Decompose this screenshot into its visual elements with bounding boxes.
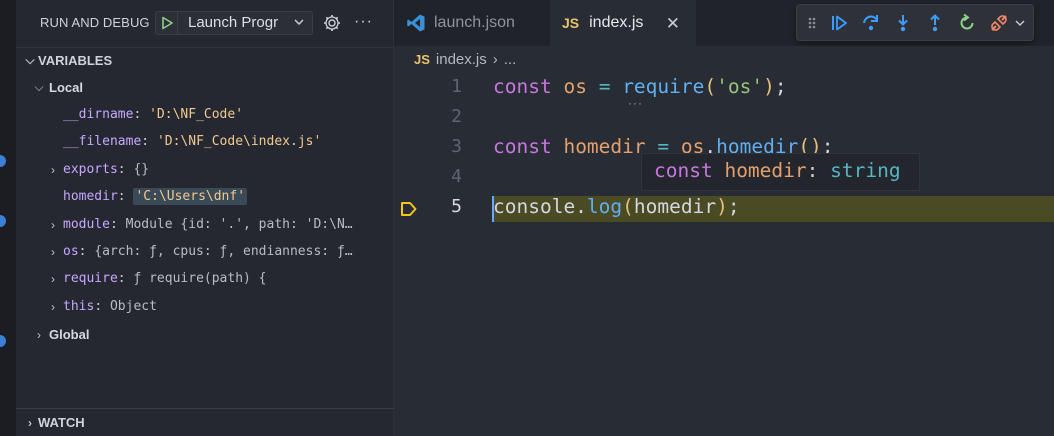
variable-value: {} [133, 162, 150, 177]
tab-label: launch.json [434, 14, 515, 31]
debug-toolbar [796, 4, 1034, 41]
activity-badge [0, 215, 6, 227]
step-over-icon[interactable] [861, 13, 881, 33]
variable-name: require [63, 271, 118, 286]
chevron-right-icon: › [51, 162, 55, 177]
breadcrumb-symbols[interactable]: ... [504, 51, 517, 68]
variable-name: this [63, 299, 95, 314]
start-debugging-button[interactable] [155, 11, 177, 35]
variable-row[interactable]: homedir: 'C:\Users\dnf' [16, 183, 394, 210]
play-icon [161, 16, 173, 30]
scope-local[interactable]: ⌵ Local [16, 74, 394, 101]
gear-icon[interactable] [322, 13, 342, 33]
breadcrumb-separator: › [492, 51, 498, 68]
variable-name: __dirname [63, 107, 134, 122]
suggestion-dots: ··· [628, 96, 643, 110]
variable-value: {arch: ƒ, cpus: ƒ, endianness: ƒ… [94, 244, 353, 259]
variable-row[interactable]: __dirname: 'D:\NF_Code' [16, 101, 394, 128]
step-out-icon[interactable] [925, 13, 945, 33]
chevron-down-icon [294, 19, 304, 25]
chevron-right-icon: › [51, 217, 55, 232]
variable-name: __filename [63, 134, 142, 149]
code-editor[interactable]: JS index.js › ... 1 2 3 4 5 const os = r… [394, 46, 1054, 436]
scope-global[interactable]: › Global [16, 321, 394, 348]
watch-section-header[interactable]: › WATCH [16, 408, 394, 436]
chevron-right-icon: › [51, 244, 55, 259]
javascript-file-icon: JS [414, 52, 430, 67]
line-number: 1 [451, 76, 462, 97]
close-icon[interactable]: ✕ [666, 14, 680, 34]
debug-stack-frame-icon[interactable] [400, 200, 418, 218]
variable-row[interactable]: › require: ƒ require(path) { [16, 265, 394, 292]
variable-row[interactable]: › module: Module {id: '.', path: 'D:\N… [16, 211, 394, 238]
chevron-down-icon: ⌵ [25, 53, 35, 67]
variable-row[interactable]: __filename: 'D:\NF_Code\index.js' [16, 128, 394, 155]
restart-icon[interactable] [957, 13, 977, 33]
line-number: 5 [451, 196, 462, 217]
javascript-file-icon: JS [562, 15, 580, 31]
scope-label: Global [49, 327, 90, 342]
variable-row[interactable]: › os: {arch: ƒ, cpus: ƒ, endianness: ƒ… [16, 238, 394, 265]
step-into-icon[interactable] [893, 13, 913, 33]
tab-index-js[interactable]: JS index.js ✕ [550, 0, 696, 46]
tab-launch-json[interactable]: launch.json [394, 0, 550, 46]
variable-name: homedir [63, 189, 118, 204]
breadcrumb-file[interactable]: index.js [436, 51, 487, 68]
line-number: 4 [451, 166, 462, 187]
variable-name: exports [63, 162, 118, 177]
hover-tooltip: const homedir: string [641, 153, 920, 191]
activity-bar [0, 0, 16, 436]
tab-label: index.js [589, 14, 644, 31]
variable-row[interactable]: › this: Object [16, 293, 394, 320]
variables-title: VARIABLES [38, 53, 113, 68]
vscode-icon [407, 14, 425, 32]
variable-value: Object [109, 299, 157, 314]
variable-value: 'C:\Users\dnf' [133, 188, 248, 205]
more-actions-icon[interactable]: ··· [354, 13, 373, 31]
activity-badge [0, 155, 6, 167]
chevron-right-icon: › [51, 299, 55, 314]
scope-label: Local [49, 80, 83, 95]
code-line: const os = require('os'); [493, 75, 787, 98]
continue-icon[interactable] [829, 13, 849, 33]
variable-value: 'D:\NF_Code\index.js' [156, 134, 322, 149]
debug-sidebar: RUN AND DEBUG Launch Progr ··· ⌵ VARIABL… [16, 0, 394, 436]
chevron-right-icon: › [51, 271, 55, 286]
drag-handle-icon[interactable] [807, 13, 817, 33]
line-number: 3 [451, 136, 462, 157]
activity-badge [0, 335, 6, 347]
chevron-right-icon: › [28, 415, 32, 430]
breadcrumb: JS index.js › ... [414, 51, 516, 68]
debug-header: RUN AND DEBUG Launch Progr ··· [16, 0, 394, 46]
variable-name: os [63, 244, 79, 259]
chevron-right-icon: › [37, 327, 41, 342]
chevron-down-icon: ⌵ [34, 80, 44, 94]
variable-value: ƒ require(path) { [133, 271, 267, 286]
watch-title: WATCH [38, 415, 85, 430]
line-number: 2 [451, 106, 462, 127]
debug-title: RUN AND DEBUG [40, 15, 150, 30]
variable-row[interactable]: › exports: {} [16, 156, 394, 183]
variable-value: 'D:\NF_Code' [149, 107, 244, 122]
variable-value: Module {id: '.', path: 'D:\N… [125, 217, 353, 232]
code-line: console.log(homedir); [493, 195, 740, 218]
variables-section-header[interactable]: ⌵ VARIABLES [16, 47, 394, 73]
variable-name: module [63, 217, 110, 232]
launch-config-select[interactable]: Launch Progr [177, 11, 313, 35]
chevron-down-icon[interactable] [1015, 13, 1025, 33]
disconnect-icon[interactable] [989, 13, 1009, 33]
